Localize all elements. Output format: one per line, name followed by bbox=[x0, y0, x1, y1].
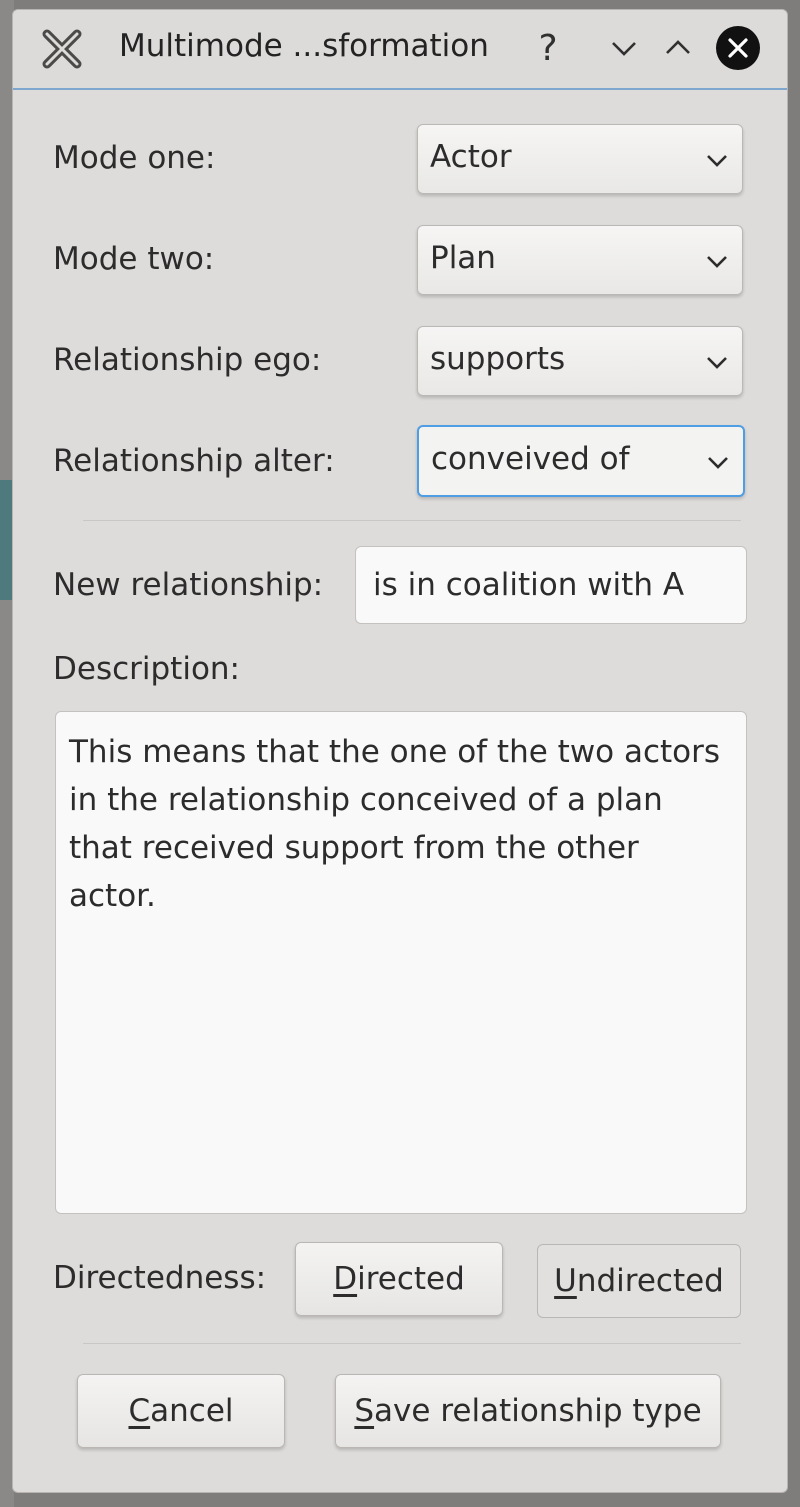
save-relationship-type-button[interactable]: Save relationship type bbox=[335, 1374, 721, 1448]
save-label: ave relationship type bbox=[374, 1393, 702, 1429]
cancel-label: ancel bbox=[150, 1393, 234, 1429]
close-circle-icon bbox=[716, 26, 760, 70]
cancel-button[interactable]: Cancel bbox=[77, 1374, 285, 1448]
relationship-ego-label: Relationship ego: bbox=[53, 342, 322, 378]
undirected-label: ndirected bbox=[576, 1263, 724, 1299]
new-relationship-field[interactable]: is in coalition with A bbox=[355, 546, 747, 624]
directed-button[interactable]: Directed bbox=[295, 1242, 503, 1316]
description-textarea[interactable]: This means that the one of the two actor… bbox=[55, 711, 747, 1214]
xcross-app-icon bbox=[41, 28, 83, 70]
new-relationship-label: New relationship: bbox=[53, 567, 324, 603]
mode-two-select[interactable]: Plan bbox=[417, 225, 743, 295]
multimode-dialog: Multimode ...sformation ? Mode one: Acto… bbox=[12, 9, 788, 1493]
relationship-alter-select[interactable]: conveived of bbox=[417, 425, 745, 497]
close-button[interactable] bbox=[715, 25, 761, 71]
directed-mnemonic: D bbox=[333, 1261, 358, 1297]
relationship-ego-select[interactable]: supports bbox=[417, 326, 743, 396]
directedness-label: Directedness: bbox=[53, 1260, 267, 1296]
mode-one-label: Mode one: bbox=[53, 140, 216, 176]
relationship-alter-label: Relationship alter: bbox=[53, 443, 335, 479]
mode-one-value: Actor bbox=[430, 139, 512, 175]
description-label: Description: bbox=[53, 651, 240, 687]
undirected-mnemonic: U bbox=[554, 1263, 577, 1299]
chevron-up-icon bbox=[666, 40, 690, 54]
window-title: Multimode ...sformation bbox=[119, 28, 489, 64]
maximize-button[interactable] bbox=[655, 25, 701, 71]
save-mnemonic: S bbox=[354, 1393, 375, 1429]
undirected-button[interactable]: Undirected bbox=[537, 1244, 741, 1318]
description-text: This means that the one of the two actor… bbox=[69, 734, 721, 914]
title-bar[interactable]: Multimode ...sformation ? bbox=[13, 10, 787, 90]
help-button[interactable]: ? bbox=[525, 25, 571, 71]
chevron-down-icon bbox=[612, 42, 636, 56]
chevron-down-icon bbox=[707, 256, 727, 268]
question-icon: ? bbox=[538, 27, 558, 69]
mode-two-value: Plan bbox=[430, 240, 496, 276]
relationship-alter-value: conveived of bbox=[431, 441, 630, 477]
separator bbox=[83, 1343, 741, 1344]
minimize-button[interactable] bbox=[601, 25, 647, 71]
chevron-down-icon bbox=[707, 357, 727, 369]
chevron-down-icon bbox=[708, 457, 728, 469]
directed-label: irected bbox=[357, 1261, 465, 1297]
cancel-mnemonic: C bbox=[128, 1393, 151, 1429]
chevron-down-icon bbox=[707, 155, 727, 167]
relationship-ego-value: supports bbox=[430, 341, 566, 377]
separator bbox=[83, 520, 741, 521]
mode-two-label: Mode two: bbox=[53, 241, 215, 277]
new-relationship-value: is in coalition with A bbox=[373, 567, 685, 603]
mode-one-select[interactable]: Actor bbox=[417, 124, 743, 194]
